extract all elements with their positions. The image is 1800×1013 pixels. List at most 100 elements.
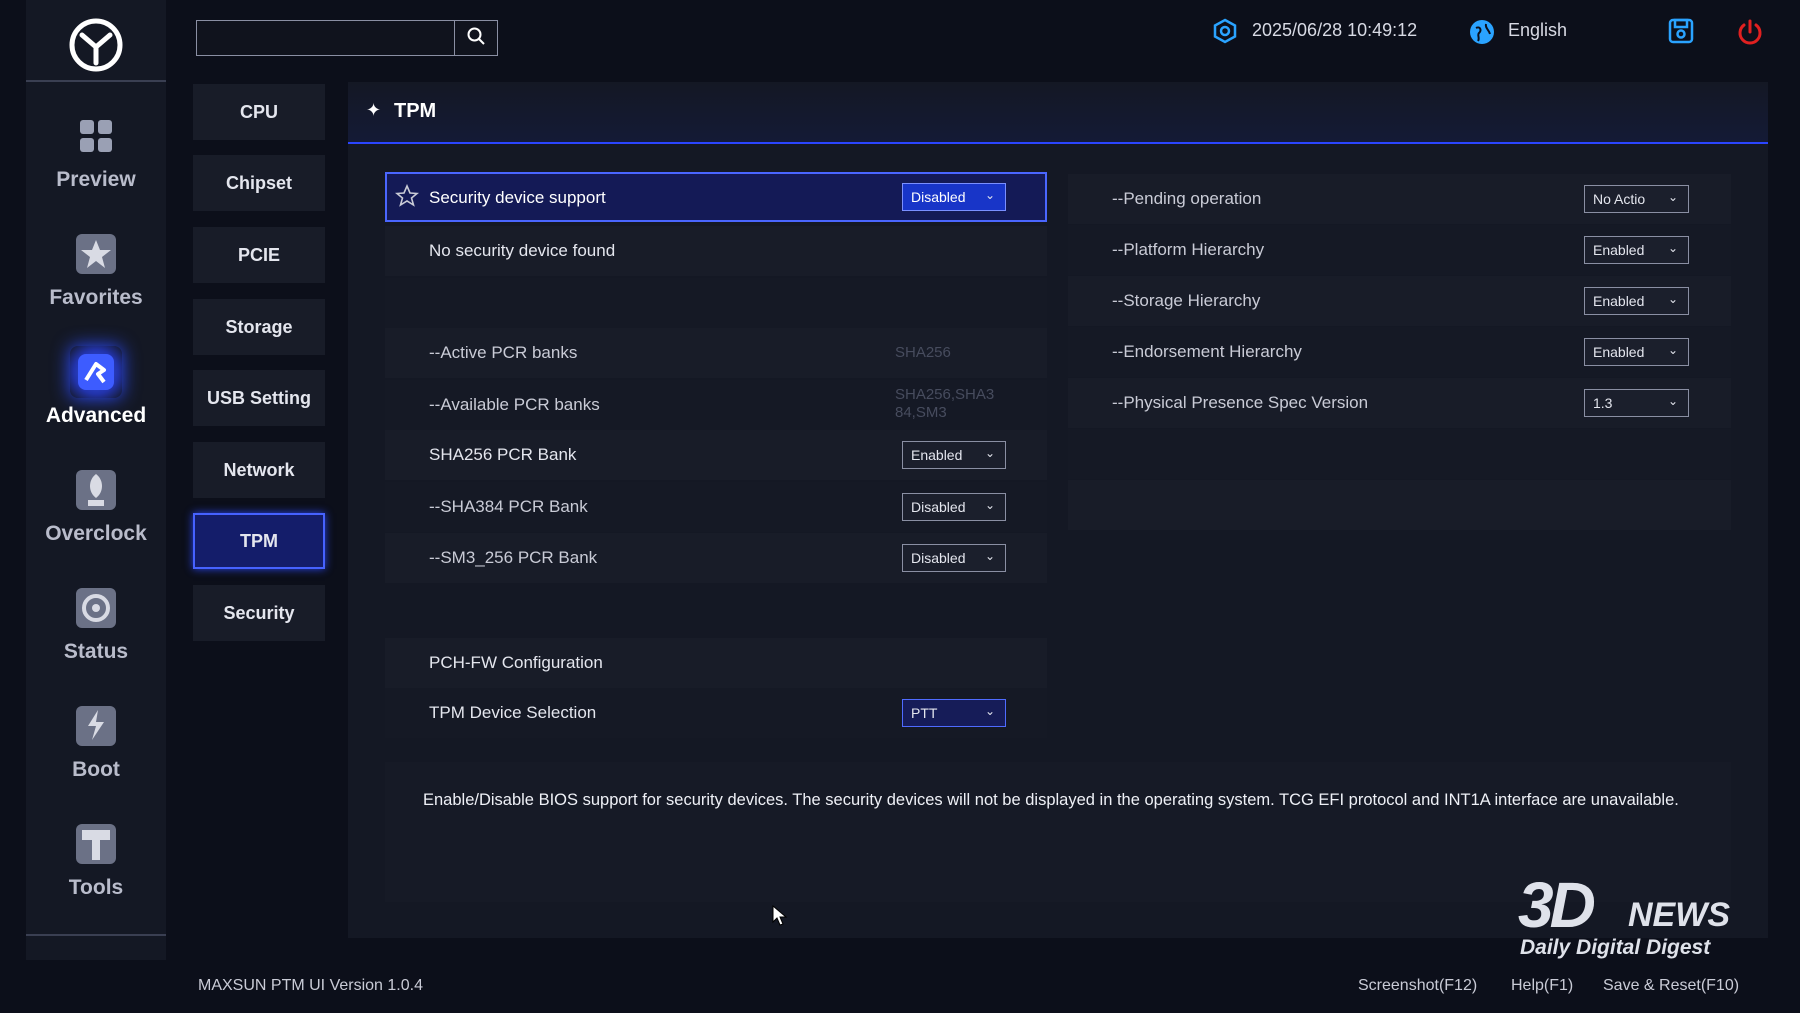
dropdown-value: PTT [911, 705, 938, 721]
subnav-cpu[interactable]: CPU [193, 84, 325, 140]
chevron-down-icon: ⌄ [984, 704, 995, 718]
watermark-news: NEWS [1628, 896, 1730, 934]
label-sm3-pcr-bank: --SM3_256 PCR Bank [429, 548, 598, 567]
label-security-device-support: Security device support [429, 188, 606, 207]
security-device-support-dropdown[interactable]: Disabled ⌄ [902, 183, 1006, 211]
rail-label-tools: Tools [68, 876, 124, 899]
mouse-cursor-icon [772, 904, 790, 932]
watermark-3d: 3D [1518, 869, 1596, 941]
sm3-pcr-bank-dropdown[interactable]: Disabled ⌄ [902, 544, 1006, 572]
subnav-pcie[interactable]: PCIE [193, 227, 325, 283]
rail-label-status: Status [63, 640, 129, 663]
row-sha384-pcr-bank[interactable]: --SHA384 PCR Bank Disabled ⌄ [385, 482, 1047, 532]
subnav-security[interactable]: Security [193, 585, 325, 641]
favorites-icon [70, 228, 122, 280]
row-platform-hierarchy[interactable]: --Platform Hierarchy Enabled ⌄ [1068, 225, 1731, 275]
rail-divider-bottom [26, 934, 166, 936]
rail-item-boot[interactable]: Boot [26, 700, 166, 810]
row-available-pcr-banks: --Available PCR banks SHA256,SHA3 84,SM3 [385, 380, 1047, 430]
sha256-pcr-bank-dropdown[interactable]: Enabled ⌄ [902, 441, 1006, 469]
label-pending-operation: --Pending operation [1112, 189, 1262, 208]
chevron-down-icon: ⌄ [984, 188, 995, 202]
chevron-down-icon: ⌄ [1667, 292, 1678, 306]
platform-hierarchy-dropdown[interactable]: Enabled ⌄ [1584, 236, 1689, 264]
rail-divider [26, 80, 166, 82]
boot-icon [70, 700, 122, 752]
tpm-device-selection-dropdown[interactable]: PTT ⌄ [902, 699, 1006, 727]
row-sm3-pcr-bank[interactable]: --SM3_256 PCR Bank Disabled ⌄ [385, 533, 1047, 583]
label-active-pcr-banks: --Active PCR banks [429, 343, 578, 362]
dropdown-value: Disabled [911, 189, 966, 205]
row-tpm-device-selection[interactable]: TPM Device Selection PTT ⌄ [385, 688, 1047, 738]
dropdown-value: Disabled [911, 550, 966, 566]
dropdown-value: Enabled [1593, 293, 1645, 309]
label-no-device: No security device found [429, 241, 616, 260]
endorsement-hierarchy-dropdown[interactable]: Enabled ⌄ [1584, 338, 1689, 366]
label-physical-presence-spec-version: --Physical Presence Spec Version [1112, 393, 1369, 412]
rail-label-boot: Boot [72, 758, 120, 781]
rail-label-preview: Preview [56, 168, 136, 191]
watermark-tagline: Daily Digital Digest [1520, 936, 1711, 959]
dropdown-value: Enabled [1593, 344, 1645, 360]
subnav-storage[interactable]: Storage [193, 299, 325, 355]
rail-item-advanced[interactable]: Advanced [26, 346, 166, 456]
physical-presence-dropdown[interactable]: 1.3 ⌄ [1584, 389, 1689, 417]
favorite-star-icon[interactable] [394, 183, 420, 213]
globe-icon[interactable] [1468, 18, 1496, 51]
sha384-pcr-bank-dropdown[interactable]: Disabled ⌄ [902, 493, 1006, 521]
subnav-tpm[interactable]: TPM [193, 513, 325, 569]
rail-label-overclock: Overclock [45, 522, 147, 545]
rail-item-tools[interactable]: Tools [26, 818, 166, 928]
dropdown-value: No Actio [1593, 191, 1646, 207]
row-no-device: No security device found [385, 226, 1047, 276]
row-pch-fw-configuration[interactable]: PCH-FW Configuration [385, 638, 1047, 688]
chevron-down-icon: ⌄ [984, 446, 995, 460]
search-icon [466, 26, 486, 51]
row-pending-operation[interactable]: --Pending operation No Actio ⌄ [1068, 174, 1731, 224]
power-icon[interactable] [1736, 18, 1764, 51]
storage-hierarchy-dropdown[interactable]: Enabled ⌄ [1584, 287, 1689, 315]
screenshot-button[interactable]: Screenshot(F12) [1358, 977, 1477, 995]
rail-item-favorites[interactable]: Favorites [26, 228, 166, 338]
label-storage-hierarchy: --Storage Hierarchy [1112, 291, 1261, 310]
clock-icon [1212, 18, 1238, 49]
datetime: 2025/06/28 10:49:12 [1252, 20, 1418, 40]
subnav-network[interactable]: Network [193, 442, 325, 498]
chevron-down-icon: ⌄ [1667, 241, 1678, 255]
chevron-down-icon: ⌄ [1667, 394, 1678, 408]
label-available-pcr-banks: --Available PCR banks [429, 395, 600, 414]
search-input[interactable] [197, 21, 453, 55]
chevron-down-icon: ⌄ [984, 498, 995, 512]
label-sha256-pcr-bank: SHA256 PCR Bank [429, 445, 577, 464]
label-sha384-pcr-bank: --SHA384 PCR Bank [429, 497, 588, 516]
help-description: Enable/Disable BIOS support for security… [423, 791, 1679, 809]
subnav-chipset[interactable]: Chipset [193, 155, 325, 211]
rail-label-favorites: Favorites [49, 286, 143, 309]
pending-operation-dropdown[interactable]: No Actio ⌄ [1584, 185, 1689, 213]
save-reset-button[interactable]: Save & Reset(F10) [1603, 977, 1739, 995]
sparkle-icon: ✦ [366, 100, 382, 120]
row-storage-hierarchy[interactable]: --Storage Hierarchy Enabled ⌄ [1068, 276, 1731, 326]
row-physical-presence-spec-version[interactable]: --Physical Presence Spec Version 1.3 ⌄ [1068, 378, 1731, 428]
rail-item-preview[interactable]: Preview [26, 110, 166, 220]
rail-item-status[interactable]: Status [26, 582, 166, 692]
subnav-usb-setting[interactable]: USB Setting [193, 370, 325, 426]
tools-icon [70, 818, 122, 870]
row-endorsement-hierarchy[interactable]: --Endorsement Hierarchy Enabled ⌄ [1068, 327, 1731, 377]
label-tpm-device-selection: TPM Device Selection [429, 703, 597, 722]
watermark-logo: 3D NEWS Daily Digital Digest [1500, 858, 1770, 978]
dropdown-value: Enabled [911, 447, 963, 463]
value-active-pcr-banks: SHA256 [895, 344, 951, 361]
chevron-down-icon: ⌄ [1667, 190, 1678, 204]
row-empty [1068, 429, 1731, 479]
save-icon[interactable] [1668, 18, 1694, 49]
rail-item-overclock[interactable]: Overclock [26, 464, 166, 574]
search-box [196, 20, 498, 56]
row-sha256-pcr-bank[interactable]: SHA256 PCR Bank Enabled ⌄ [385, 430, 1047, 480]
language-selector[interactable]: English [1508, 20, 1567, 41]
chevron-down-icon: ⌄ [984, 549, 995, 563]
search-button[interactable] [454, 21, 497, 55]
overclock-icon [70, 464, 122, 516]
help-button[interactable]: Help(F1) [1511, 977, 1573, 995]
row-security-device-support[interactable]: Security device support Disabled ⌄ [385, 172, 1047, 222]
